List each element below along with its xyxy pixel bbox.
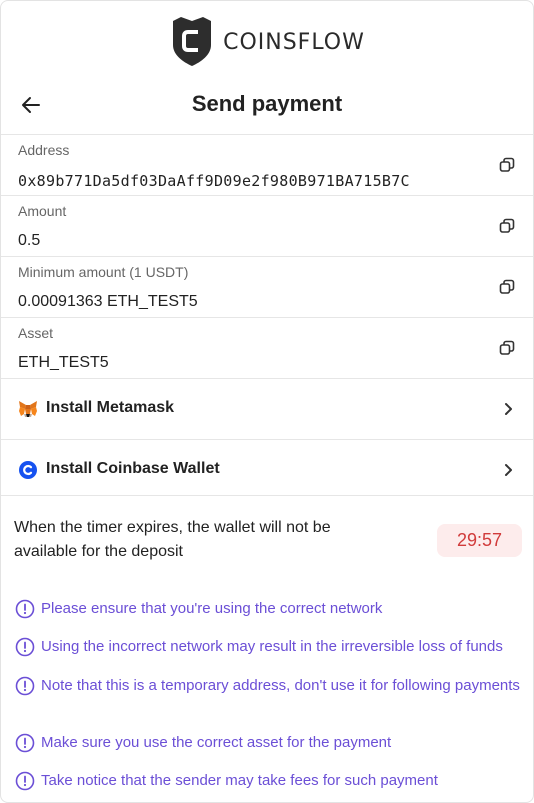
timer-section: When the timer expires, the wallet will … bbox=[1, 495, 533, 586]
exclamation-circle-icon bbox=[15, 599, 35, 619]
address-field: Address 0x89b771Da5df03DaAff9D09e2f980B9… bbox=[1, 134, 533, 195]
install-metamask-button[interactable]: Install Metamask bbox=[1, 378, 533, 439]
copy-asset-icon[interactable] bbox=[499, 340, 515, 356]
exclamation-circle-icon bbox=[15, 637, 35, 657]
install-coinbase-wallet-label: Install Coinbase Wallet bbox=[46, 460, 220, 477]
notice-item: Take notice that the sender may take fee… bbox=[15, 771, 520, 791]
install-metamask-label: Install Metamask bbox=[46, 399, 175, 416]
notice-text: Please ensure that you're using the corr… bbox=[41, 600, 383, 617]
payment-card: COINSFLOW Send payment Address 0x89b771D… bbox=[0, 0, 534, 803]
asset-label: Asset bbox=[18, 325, 54, 341]
exclamation-circle-icon bbox=[15, 733, 35, 753]
notice-text: Take notice that the sender may take fee… bbox=[41, 772, 438, 789]
minimum-amount-label: Minimum amount (1 USDT) bbox=[18, 264, 189, 280]
page-header: Send payment bbox=[1, 81, 533, 129]
address-value: 0x89b771Da5df03DaAff9D09e2f980B971BA715B… bbox=[18, 172, 410, 190]
amount-field: Amount 0.5 bbox=[1, 195, 533, 256]
notice-item: Make sure you use the correct asset for … bbox=[15, 733, 520, 753]
copy-address-icon[interactable] bbox=[499, 157, 515, 173]
exclamation-circle-icon bbox=[15, 676, 35, 696]
install-coinbase-wallet-button[interactable]: Install Coinbase Wallet bbox=[1, 439, 533, 500]
amount-value: 0.5 bbox=[18, 232, 41, 249]
minimum-amount-field: Minimum amount (1 USDT) 0.00091363 ETH_T… bbox=[1, 256, 533, 317]
copy-minimum-amount-icon[interactable] bbox=[499, 279, 515, 295]
timer-message: When the timer expires, the wallet will … bbox=[14, 519, 331, 560]
notice-item: Please ensure that you're using the corr… bbox=[15, 599, 520, 619]
chevron-right-icon bbox=[505, 403, 512, 415]
minimum-amount-value: 0.00091363 ETH_TEST5 bbox=[18, 293, 198, 310]
brand-name: COINSFLOW bbox=[223, 29, 365, 55]
notice-text: Make sure you use the correct asset for … bbox=[41, 734, 392, 751]
amount-label: Amount bbox=[18, 203, 67, 219]
countdown-timer: 29:57 bbox=[437, 524, 522, 557]
asset-field: Asset ETH_TEST5 bbox=[1, 317, 533, 378]
address-label: Address bbox=[18, 142, 70, 158]
exclamation-circle-icon bbox=[15, 771, 35, 791]
copy-amount-icon[interactable] bbox=[499, 218, 515, 234]
notice-text: Note that this is a temporary address, d… bbox=[41, 677, 520, 694]
notice-text: Using the incorrect network may result i… bbox=[41, 638, 503, 655]
asset-value: ETH_TEST5 bbox=[18, 354, 109, 371]
metamask-fox-icon bbox=[19, 401, 37, 417]
coinbase-icon bbox=[19, 461, 37, 479]
brand-logo: COINSFLOW bbox=[1, 15, 533, 67]
chevron-right-icon bbox=[505, 464, 512, 476]
page-title: Send payment bbox=[191, 91, 343, 116]
notice-item: Note that this is a temporary address, d… bbox=[15, 676, 520, 696]
coinsflow-shield-icon bbox=[173, 17, 212, 66]
notice-item: Using the incorrect network may result i… bbox=[15, 637, 520, 657]
payment-details: Address 0x89b771Da5df03DaAff9D09e2f980B9… bbox=[1, 134, 533, 500]
